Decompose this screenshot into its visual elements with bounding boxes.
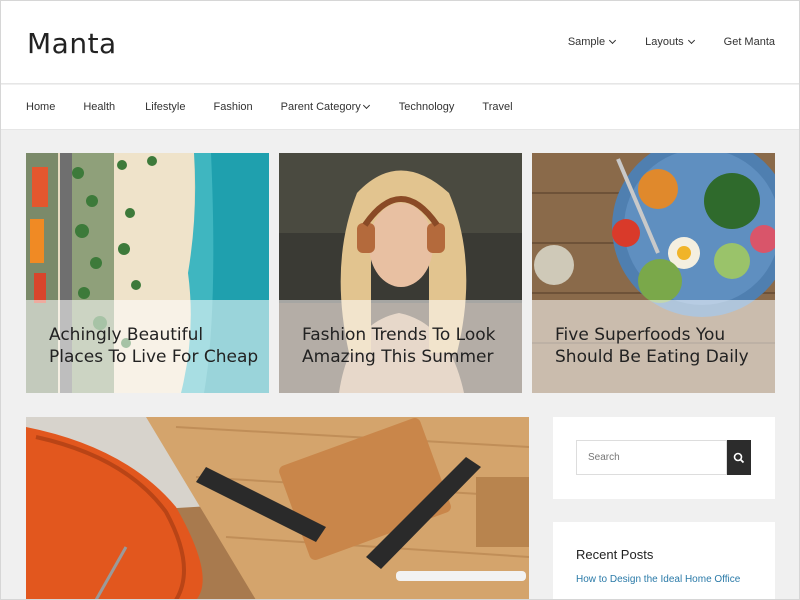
search-button[interactable]: [727, 440, 751, 475]
title-line: Achingly Beautiful: [49, 325, 204, 345]
nav-item-lifestyle[interactable]: Lifestyle: [145, 101, 185, 113]
featured-post-card[interactable]: Fashion Trends To Look Amazing This Summ…: [279, 153, 522, 393]
chevron-down-icon: [609, 36, 617, 45]
search-input[interactable]: Search: [576, 440, 727, 475]
desk-chair-image: [26, 417, 529, 600]
title-line: Fashion Trends To Look: [302, 325, 496, 345]
nav-item-fashion[interactable]: Fashion: [214, 101, 253, 113]
top-nav-sample[interactable]: Sample: [567, 36, 617, 48]
search-widget: Search: [553, 417, 775, 499]
title-line: Should Be Eating Daily: [555, 347, 749, 367]
chevron-down-icon: [687, 36, 695, 45]
main-navigation: Home Health Lifestyle Fashion Parent Cat…: [1, 85, 799, 130]
top-navigation: Sample Layouts Get Manta: [568, 36, 775, 48]
site-logo[interactable]: Manta: [27, 27, 117, 60]
recent-post-link[interactable]: How to Design the Ideal Home Office: [576, 574, 740, 585]
title-line: Amazing This Summer: [302, 347, 494, 367]
nav-item-travel[interactable]: Travel: [482, 101, 512, 113]
nav-item-parent-category[interactable]: Parent Category: [280, 101, 370, 113]
recent-posts-widget: Recent Posts How to Design the Ideal Hom…: [553, 522, 775, 600]
nav-item-home[interactable]: Home: [26, 101, 55, 113]
featured-post-title[interactable]: Fashion Trends To Look Amazing This Summ…: [302, 324, 512, 368]
post-featured-image[interactable]: [26, 417, 529, 600]
featured-post-card[interactable]: Achingly Beautiful Places To Live For Ch…: [26, 153, 269, 393]
top-nav-get-manta[interactable]: Get Manta: [724, 36, 775, 48]
title-line: Five Superfoods You: [555, 325, 726, 345]
nav-item-health[interactable]: Health: [83, 101, 115, 113]
featured-post-card[interactable]: Five Superfoods You Should Be Eating Dai…: [532, 153, 775, 393]
nav-item-technology[interactable]: Technology: [399, 101, 455, 113]
top-nav-sample-label: Sample: [567, 36, 606, 48]
top-nav-layouts-label: Layouts: [645, 36, 684, 48]
title-line: Places To Live For Cheap: [49, 347, 259, 367]
widget-heading: Recent Posts: [576, 547, 654, 562]
search-icon: [733, 452, 745, 464]
site-header: Manta Sample Layouts Get Manta: [1, 1, 799, 84]
top-nav-layouts[interactable]: Layouts: [645, 36, 695, 48]
chevron-down-icon: [362, 101, 370, 110]
featured-post-title[interactable]: Five Superfoods You Should Be Eating Dai…: [555, 324, 765, 368]
top-nav-get-manta-label: Get Manta: [723, 36, 775, 48]
nav-item-parent-category-label: Parent Category: [280, 101, 361, 113]
featured-post-title[interactable]: Achingly Beautiful Places To Live For Ch…: [49, 324, 259, 368]
